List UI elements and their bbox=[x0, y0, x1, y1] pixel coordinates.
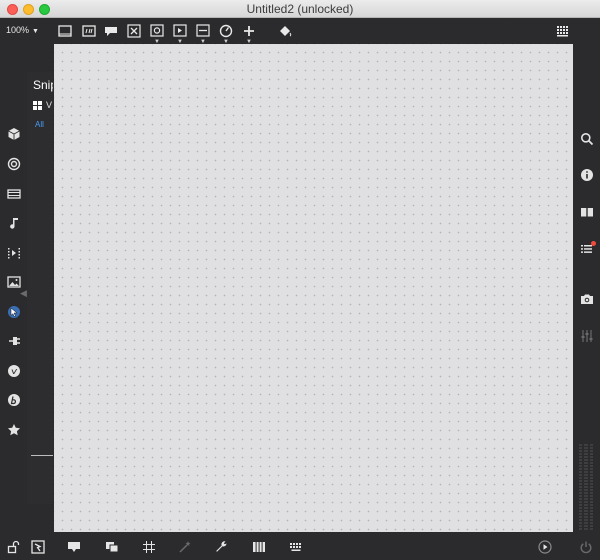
b-logo-icon[interactable] bbox=[5, 391, 23, 409]
patcher-canvas[interactable] bbox=[54, 44, 573, 532]
panel-icon[interactable] bbox=[56, 22, 74, 40]
view-toggle[interactable]: V bbox=[33, 100, 52, 110]
info-icon[interactable] bbox=[578, 166, 596, 184]
close-box-icon[interactable] bbox=[125, 22, 143, 40]
top-toolbar: 100% ▼ ▼ ▼ ▼ ▼ ▼ bbox=[0, 18, 600, 45]
star-icon[interactable] bbox=[5, 421, 23, 439]
cursor-icon[interactable] bbox=[5, 303, 23, 321]
panel-title: Snip bbox=[33, 78, 53, 92]
lock-icon[interactable] bbox=[5, 538, 23, 556]
grid-icon[interactable] bbox=[140, 538, 158, 556]
keyboard-icon[interactable] bbox=[287, 538, 305, 556]
piano-icon[interactable] bbox=[250, 538, 268, 556]
snippets-panel: Snip V All bbox=[27, 72, 53, 504]
book-icon[interactable] bbox=[578, 203, 596, 221]
grid-view-icon bbox=[33, 100, 42, 110]
play-circle-icon[interactable] bbox=[536, 538, 554, 556]
speech-bubble-icon[interactable] bbox=[102, 22, 120, 40]
play-box-icon[interactable]: ▼ bbox=[171, 22, 189, 45]
music-note-icon[interactable] bbox=[5, 214, 23, 232]
presentation-icon[interactable] bbox=[29, 538, 47, 556]
zoom-value: 100% bbox=[6, 25, 30, 35]
paint-bucket-icon[interactable] bbox=[276, 22, 294, 40]
target-box-icon[interactable]: ▼ bbox=[148, 22, 166, 45]
title-bar: Untitled2 (unlocked) bbox=[0, 0, 600, 18]
windows-icon[interactable] bbox=[103, 538, 121, 556]
camera-icon[interactable] bbox=[578, 290, 596, 308]
audio-level-meter bbox=[579, 444, 593, 530]
magic-wand-icon[interactable] bbox=[176, 538, 194, 556]
power-icon[interactable] bbox=[577, 538, 595, 556]
left-sidebar: ◀ bbox=[0, 44, 27, 532]
plus-icon[interactable]: ▼ bbox=[240, 22, 258, 45]
notification-badge bbox=[591, 241, 596, 246]
bottom-toolbar bbox=[0, 532, 600, 560]
media-sequence-icon[interactable] bbox=[5, 244, 23, 262]
comment-icon[interactable] bbox=[80, 22, 98, 40]
film-icon[interactable] bbox=[5, 185, 23, 203]
sliders-icon[interactable] bbox=[578, 327, 596, 345]
vimeo-icon[interactable] bbox=[5, 362, 23, 380]
view-label: V bbox=[46, 100, 53, 110]
divider bbox=[31, 455, 53, 456]
zoom-dropdown[interactable]: 100% ▼ bbox=[6, 25, 39, 35]
gauge-icon[interactable]: ▼ bbox=[217, 22, 235, 45]
window-title: Untitled2 (unlocked) bbox=[246, 2, 354, 16]
package-icon[interactable] bbox=[5, 125, 23, 143]
wrench-icon[interactable] bbox=[212, 538, 230, 556]
keyboard-icon[interactable] bbox=[554, 22, 572, 40]
chevron-down-icon: ▼ bbox=[32, 28, 39, 35]
target-icon[interactable] bbox=[5, 155, 23, 173]
minus-box-icon[interactable]: ▼ bbox=[194, 22, 212, 45]
slideshow-icon[interactable] bbox=[65, 538, 83, 556]
filter-all-link[interactable]: All bbox=[35, 120, 44, 129]
right-sidebar bbox=[573, 44, 600, 532]
list-icon[interactable] bbox=[578, 240, 596, 258]
collapse-arrow-icon[interactable]: ◀ bbox=[20, 288, 27, 299]
search-icon[interactable] bbox=[578, 130, 596, 148]
plug-icon[interactable] bbox=[5, 332, 23, 350]
